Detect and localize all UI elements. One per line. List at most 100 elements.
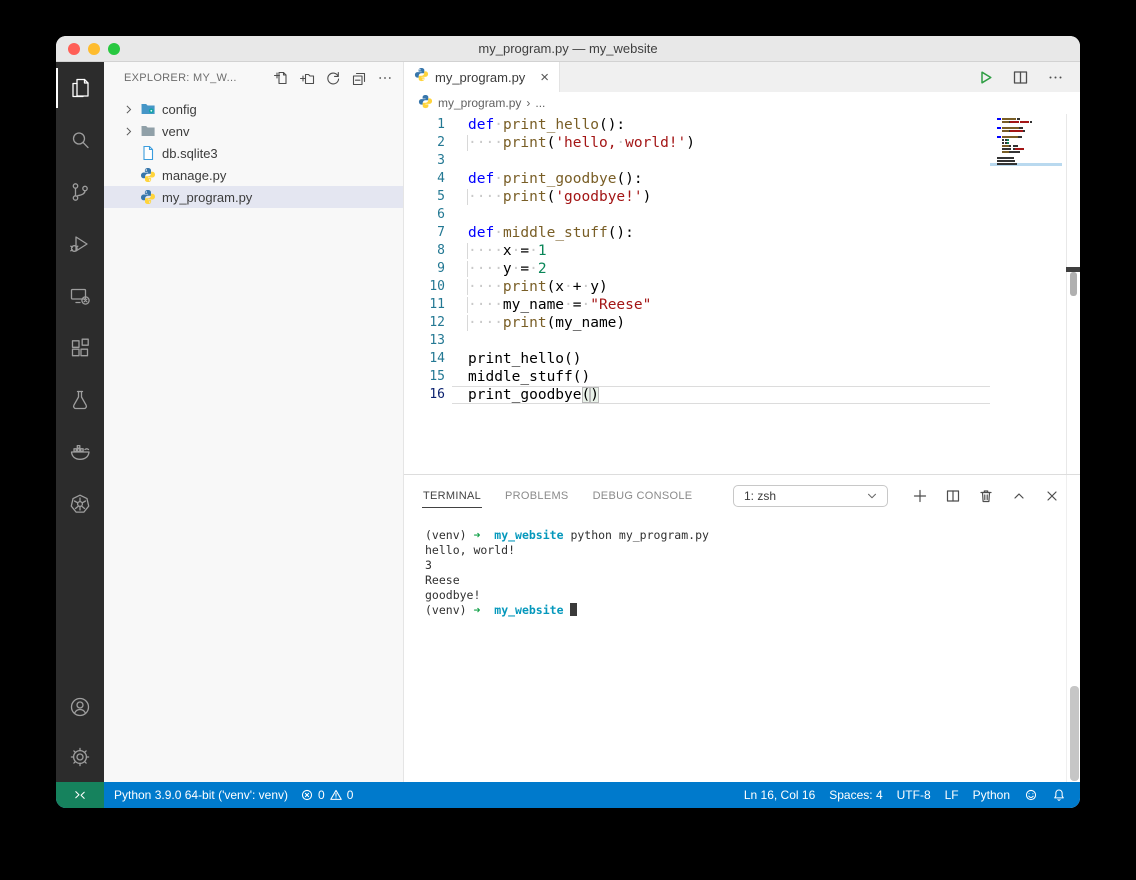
breadcrumb-symbol[interactable]: ... bbox=[535, 96, 545, 110]
line-number: 3 bbox=[437, 153, 445, 168]
close-window-button[interactable] bbox=[68, 43, 80, 55]
folder-icon bbox=[140, 123, 156, 139]
kill-terminal-icon[interactable] bbox=[978, 488, 994, 504]
line-number: 15 bbox=[429, 369, 445, 384]
code-line[interactable]: 10 ····print(x·+·y) bbox=[404, 278, 1080, 296]
extensions-icon[interactable] bbox=[56, 322, 104, 374]
tree-item-venv[interactable]: venv bbox=[104, 120, 403, 142]
remote-explorer-icon[interactable] bbox=[56, 270, 104, 322]
tree-item-config[interactable]: config bbox=[104, 98, 403, 120]
code-line[interactable]: 8 ····x·=·1 bbox=[404, 242, 1080, 260]
code-line[interactable]: 16 print_goodbye() bbox=[404, 386, 1080, 404]
tree-item-my_program.py[interactable]: my_program.py bbox=[104, 186, 403, 208]
search-icon[interactable] bbox=[56, 114, 104, 166]
panel-actions bbox=[912, 488, 1060, 504]
remote-indicator[interactable] bbox=[56, 782, 104, 808]
file-icon bbox=[140, 145, 156, 161]
indentation-status[interactable]: Spaces: 4 bbox=[829, 788, 882, 802]
more-actions-icon[interactable] bbox=[1047, 69, 1064, 86]
code-line[interactable]: 12 ····print(my_name) bbox=[404, 314, 1080, 332]
vscode-window: my_program.py — my_website EXPLORER: MY_… bbox=[56, 36, 1080, 808]
terminal-line: hello, world! bbox=[425, 543, 516, 557]
window-title: my_program.py — my_website bbox=[478, 41, 658, 56]
code-line[interactable]: 2 ····print('hello,·world!') bbox=[404, 134, 1080, 152]
titlebar: my_program.py — my_website bbox=[56, 36, 1080, 62]
code-line[interactable]: 13 bbox=[404, 332, 1080, 350]
line-number: 7 bbox=[437, 225, 445, 240]
maximize-panel-icon[interactable] bbox=[1011, 488, 1027, 504]
tree-item-db.sqlite3[interactable]: db.sqlite3 bbox=[104, 142, 403, 164]
line-number: 5 bbox=[437, 189, 445, 204]
collapse-all-icon[interactable] bbox=[351, 70, 367, 86]
language-mode-status[interactable]: Python bbox=[973, 788, 1010, 802]
zoom-window-button[interactable] bbox=[108, 43, 120, 55]
code-line[interactable]: 6 bbox=[404, 206, 1080, 224]
code-line[interactable]: 15 middle_stuff() bbox=[404, 368, 1080, 386]
feedback-smiley-icon[interactable] bbox=[1024, 788, 1038, 802]
accounts-icon[interactable] bbox=[56, 682, 104, 732]
tree-item-manage.py[interactable]: manage.py bbox=[104, 164, 403, 186]
warnings-count: 0 bbox=[346, 788, 354, 802]
code-line[interactable]: 7 def·middle_stuff(): bbox=[404, 224, 1080, 242]
shell-select-value: 1: zsh bbox=[744, 489, 777, 503]
close-panel-icon[interactable] bbox=[1044, 488, 1060, 504]
settings-gear-icon[interactable] bbox=[56, 732, 104, 782]
bottom-panel: TERMINAL PROBLEMS DEBUG CONSOLE 1: zsh (… bbox=[404, 474, 1080, 782]
panel-scrollbar-thumb[interactable] bbox=[1070, 686, 1079, 781]
panel-tabs: TERMINAL PROBLEMS DEBUG CONSOLE bbox=[422, 485, 693, 508]
code-line[interactable]: 11 ····my_name·=·"Reese" bbox=[404, 296, 1080, 314]
code-line[interactable]: 1 def·print_hello(): bbox=[404, 116, 1080, 134]
terminal-output[interactable]: (venv) ➜ my_website python my_program.py… bbox=[425, 528, 1080, 618]
chevron-right-icon[interactable] bbox=[120, 123, 136, 139]
tab-terminal[interactable]: TERMINAL bbox=[422, 485, 483, 508]
run-and-debug-icon[interactable] bbox=[56, 218, 104, 270]
refresh-icon[interactable] bbox=[325, 70, 341, 86]
editor-group: my_program.py × my_program.py › ... 1 de… bbox=[404, 62, 1080, 782]
breadcrumb: my_program.py › ... bbox=[404, 92, 1080, 114]
minimize-window-button[interactable] bbox=[88, 43, 100, 55]
errors-count: 0 bbox=[318, 788, 325, 802]
code-line[interactable]: 3 bbox=[404, 152, 1080, 170]
tab-my-program[interactable]: my_program.py × bbox=[404, 62, 560, 92]
docker-icon[interactable] bbox=[56, 426, 104, 478]
new-file-icon[interactable] bbox=[273, 70, 289, 86]
chevron-right-icon[interactable] bbox=[120, 101, 136, 117]
explorer-icon[interactable] bbox=[56, 62, 104, 114]
new-folder-icon[interactable] bbox=[299, 70, 315, 86]
notifications-bell-icon[interactable] bbox=[1052, 788, 1066, 802]
python-icon bbox=[140, 167, 156, 183]
new-terminal-icon[interactable] bbox=[912, 488, 928, 504]
run-python-file-icon[interactable] bbox=[977, 69, 994, 86]
code-editor[interactable]: 1 def·print_hello(): 2 ····print('hello,·wo… bbox=[404, 114, 1080, 474]
panel-header: TERMINAL PROBLEMS DEBUG CONSOLE 1: zsh bbox=[404, 475, 1080, 517]
code-line[interactable]: 14 print_hello() bbox=[404, 350, 1080, 368]
code-line[interactable]: 5 ····print('goodbye!') bbox=[404, 188, 1080, 206]
terminal-shell-select[interactable]: 1: zsh bbox=[733, 485, 888, 507]
source-control-icon[interactable] bbox=[56, 166, 104, 218]
minimap[interactable] bbox=[990, 114, 1066, 474]
kubernetes-icon[interactable] bbox=[56, 478, 104, 530]
terminal-cursor: █ bbox=[570, 603, 578, 616]
tab-problems[interactable]: PROBLEMS bbox=[504, 485, 570, 508]
encoding-status[interactable]: UTF-8 bbox=[897, 788, 931, 802]
eol-status[interactable]: LF bbox=[945, 788, 959, 802]
split-editor-icon[interactable] bbox=[1012, 69, 1029, 86]
code-line[interactable]: 9 ····y·=·2 bbox=[404, 260, 1080, 278]
line-number: 2 bbox=[437, 135, 445, 150]
breadcrumb-file[interactable]: my_program.py bbox=[438, 96, 521, 110]
editor-scrollbar-thumb[interactable] bbox=[1070, 272, 1077, 296]
tab-debug-console[interactable]: DEBUG CONSOLE bbox=[592, 485, 694, 508]
testing-icon[interactable] bbox=[56, 374, 104, 426]
cursor-position-status[interactable]: Ln 16, Col 16 bbox=[744, 788, 815, 802]
problems-status[interactable]: 0 0 bbox=[300, 788, 353, 802]
tab-close-icon[interactable]: × bbox=[538, 70, 551, 85]
more-actions-icon[interactable] bbox=[377, 70, 393, 86]
breadcrumb-separator: › bbox=[526, 96, 531, 110]
code-line[interactable]: 4 def·print_goodbye(): bbox=[404, 170, 1080, 188]
activity-bar bbox=[56, 62, 104, 782]
line-number: 10 bbox=[429, 279, 445, 294]
split-terminal-icon[interactable] bbox=[945, 488, 961, 504]
python-interpreter-status[interactable]: Python 3.9.0 64-bit ('venv': venv) bbox=[114, 788, 288, 802]
remote-icon bbox=[73, 788, 87, 802]
file-tree: config venv db.sqlite3 manage.py my_program.… bbox=[104, 98, 403, 208]
